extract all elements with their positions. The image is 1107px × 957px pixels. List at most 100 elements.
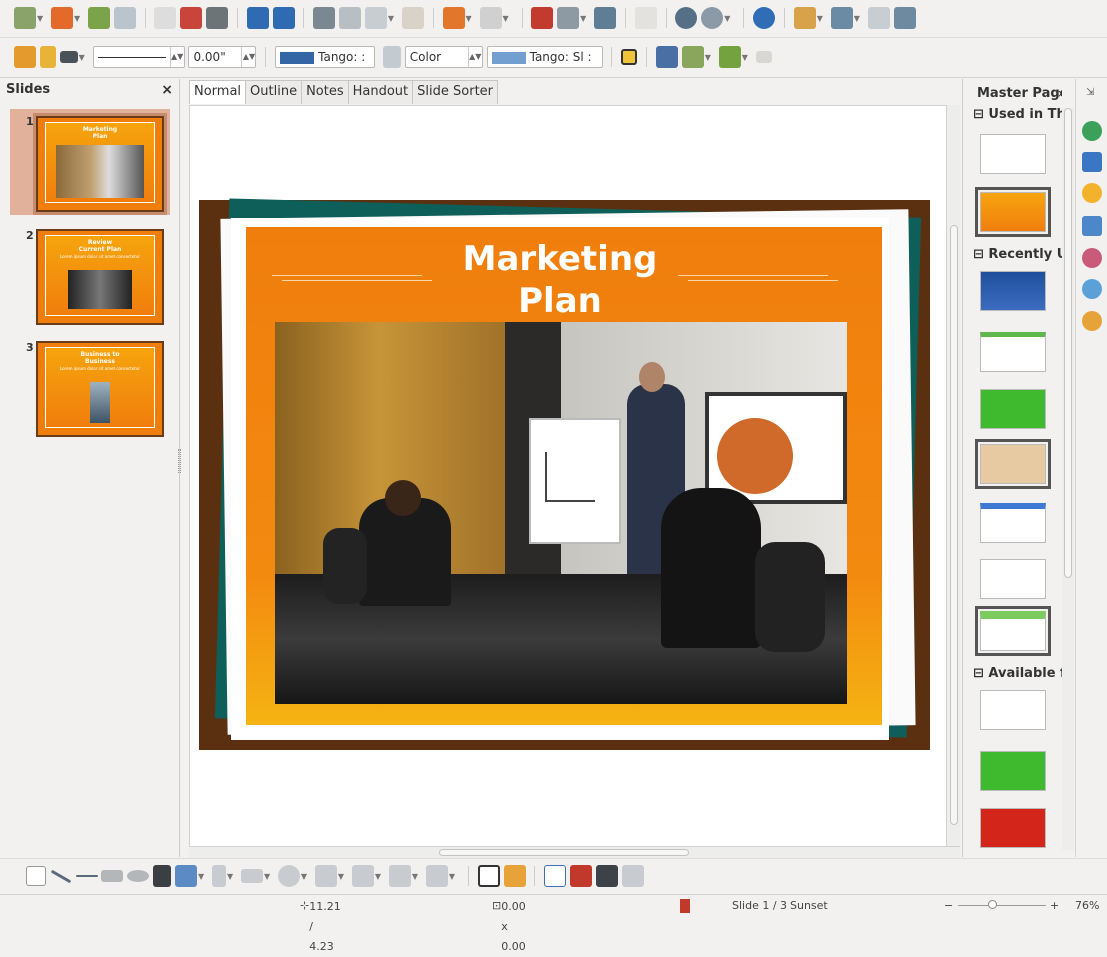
stars-icon[interactable] [425, 865, 448, 887]
zoom-icon[interactable] [701, 7, 724, 29]
arrange-icon[interactable] [718, 46, 741, 68]
open-icon[interactable] [50, 7, 73, 29]
area-icon[interactable] [382, 46, 401, 68]
print-icon[interactable] [206, 7, 229, 29]
points-icon[interactable] [477, 865, 500, 887]
slide-photo[interactable] [275, 322, 847, 704]
grid-icon[interactable] [634, 7, 657, 29]
ellipse-icon[interactable] [127, 870, 150, 882]
slide-editing-canvas[interactable]: Marketing Plan [189, 105, 948, 847]
symbol-shapes-dropdown[interactable]: ▼ [301, 872, 307, 881]
pane-resize-handle[interactable] [178, 449, 181, 473]
tab-slide-sorter[interactable]: Slide Sorter [412, 80, 499, 104]
arrow-line-icon[interactable] [75, 875, 98, 877]
master-pages-icon[interactable] [1082, 152, 1102, 172]
gallery-icon[interactable] [1082, 279, 1102, 299]
symbol-shapes-icon[interactable] [277, 865, 300, 887]
slide-transition-icon[interactable] [1082, 216, 1102, 236]
table-dropdown[interactable]: ▼ [580, 14, 586, 23]
tab-outline[interactable]: Outline [245, 80, 303, 104]
help-icon[interactable] [753, 7, 776, 29]
master-thumb-available-red[interactable] [980, 808, 1046, 848]
master-thumb-sunset[interactable] [975, 187, 1051, 237]
undo-dropdown[interactable]: ▼ [466, 14, 472, 23]
interaction-icon[interactable] [755, 51, 772, 63]
display-dropdown[interactable]: ▼ [854, 14, 860, 23]
scrollbar-thumb[interactable] [950, 225, 958, 825]
flowchart-dropdown[interactable]: ▼ [375, 872, 381, 881]
master-thumb-available-green[interactable] [980, 751, 1046, 791]
master-thumb-plain[interactable] [980, 559, 1046, 599]
clone-icon[interactable] [401, 7, 424, 29]
insert-image-icon[interactable] [569, 865, 592, 887]
connector-dropdown[interactable]: ▼ [227, 872, 233, 881]
styles-gallery-icon[interactable] [1082, 248, 1102, 268]
custom-animation-icon[interactable] [1082, 183, 1102, 203]
export-slide-icon[interactable] [893, 7, 916, 29]
tab-normal[interactable]: Normal [189, 80, 247, 104]
tab-notes[interactable]: Notes [301, 80, 349, 104]
rectangle-icon[interactable] [101, 870, 124, 882]
new-dropdown[interactable]: ▼ [37, 14, 43, 23]
autospell-icon[interactable] [272, 7, 295, 29]
cut-icon[interactable] [313, 7, 336, 29]
basic-shapes-icon[interactable] [240, 869, 263, 883]
basic-shapes-dropdown[interactable]: ▼ [264, 872, 270, 881]
arrange-dropdown[interactable]: ▼ [742, 53, 748, 62]
properties-icon[interactable] [1082, 121, 1102, 141]
slide-icon[interactable] [867, 7, 890, 29]
slide-thumbnail-3[interactable]: Business to Business Lorem ipsum dolor s… [36, 341, 164, 437]
transformations-icon[interactable] [655, 46, 678, 68]
open-dropdown[interactable]: ▼ [74, 14, 80, 23]
close-icon[interactable]: × [1057, 87, 1062, 100]
block-arrows-icon[interactable] [314, 865, 337, 887]
section-recently-used[interactable]: ⊟ Recently Us [963, 247, 1062, 269]
copy-icon[interactable] [339, 7, 362, 29]
slide-thumbnail-2[interactable]: Review Current Plan Lorem ipsum dolor si… [36, 229, 164, 325]
extrusion-icon[interactable] [621, 865, 644, 887]
chart-icon[interactable] [531, 7, 554, 29]
slide-thumbnail-1[interactable]: Marketing Plan [33, 113, 167, 215]
styles-icon[interactable] [14, 46, 36, 68]
master-thumb-green[interactable] [980, 389, 1046, 429]
display-icon[interactable] [830, 7, 853, 29]
flowchart-icon[interactable] [351, 865, 374, 887]
presentation-dropdown[interactable]: ▼ [817, 14, 823, 23]
master-thumb-green-frame[interactable] [975, 606, 1051, 656]
block-arrows-dropdown[interactable]: ▼ [338, 872, 344, 881]
zoom-dropdown[interactable]: ▼ [724, 14, 730, 23]
arrow-style-icon[interactable] [59, 51, 78, 63]
table-icon[interactable] [557, 7, 580, 29]
export-icon[interactable] [113, 7, 136, 29]
text-icon[interactable] [153, 865, 172, 887]
zoom-out-button[interactable]: − [944, 896, 953, 916]
paste-dropdown[interactable]: ▼ [388, 14, 394, 23]
section-available[interactable]: ⊟ Available fo [963, 666, 1062, 688]
callouts-dropdown[interactable]: ▼ [412, 872, 418, 881]
master-thumb-blue[interactable] [980, 271, 1046, 311]
fill-dropdown[interactable]: ▼ [198, 872, 204, 881]
fontwork-icon[interactable] [544, 865, 567, 887]
line-style-select[interactable]: ▲▼ [92, 46, 185, 68]
slide-title[interactable]: Marketing Plan [430, 238, 690, 322]
spellcheck-icon[interactable] [246, 7, 269, 29]
line-color-select[interactable]: Tango: : [275, 46, 376, 68]
zoom-slider-handle[interactable] [988, 900, 997, 909]
tab-handout[interactable]: Handout [347, 80, 414, 104]
master-thumb-green-top[interactable] [980, 332, 1046, 372]
master-name[interactable]: Sunset [790, 896, 828, 916]
align-dropdown[interactable]: ▼ [705, 53, 711, 62]
master-thumb-blue-header[interactable] [980, 503, 1046, 543]
master-thumb-tan[interactable] [975, 439, 1051, 489]
vertical-scrollbar[interactable] [946, 105, 960, 847]
scrollbar-thumb[interactable] [439, 849, 689, 856]
spin-arrow[interactable]: ▲▼ [169, 47, 184, 67]
arrow-style-dropdown[interactable]: ▼ [79, 53, 85, 62]
zoom-slider-track[interactable] [958, 905, 1046, 906]
fill-icon[interactable] [174, 865, 197, 887]
spin-arrow[interactable]: ▲▼ [467, 47, 482, 67]
align-icon[interactable] [681, 46, 704, 68]
master-pages-scrollbar[interactable] [1062, 108, 1074, 850]
master-thumb-available-plain[interactable] [980, 690, 1046, 730]
section-used-in-this[interactable]: ⊟ Used in This [963, 107, 1062, 129]
